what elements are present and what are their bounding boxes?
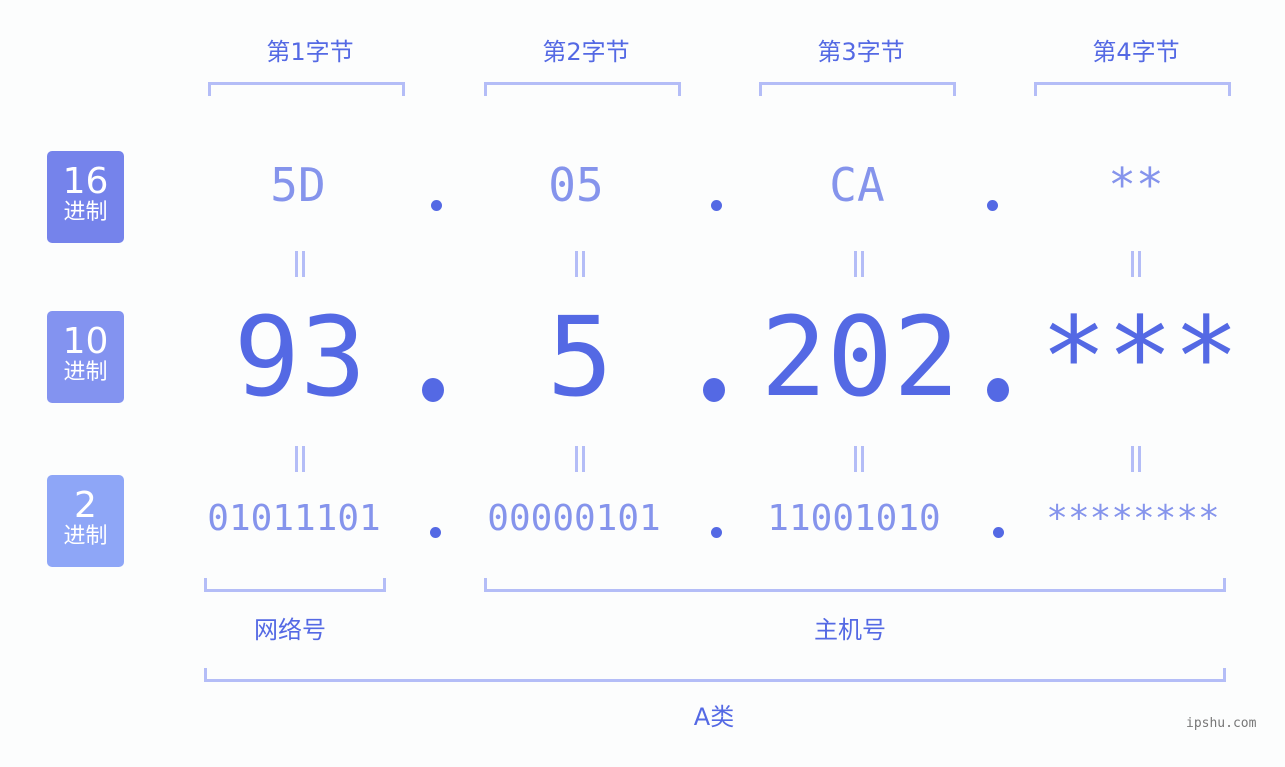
- bin-dot-1: [430, 527, 441, 538]
- byte-label-2: 第2字节: [542, 38, 630, 66]
- hex-dot-3: [987, 200, 998, 211]
- class-bracket: [204, 668, 1226, 682]
- host-bracket: [484, 578, 1226, 592]
- byte-label-3: 第3字节: [817, 38, 905, 66]
- watermark: ipshu.com: [1186, 716, 1257, 731]
- hex-byte-4: **: [1108, 158, 1164, 212]
- bin-byte-2: 00000101: [487, 498, 661, 539]
- byte-label-4: 第4字节: [1092, 38, 1180, 66]
- hex-byte-1: 5D: [270, 158, 326, 212]
- badge-bin-num: 2: [74, 485, 97, 526]
- hex-dot-2: [711, 200, 722, 211]
- class-label: A类: [693, 703, 735, 731]
- byte-bracket-3: [759, 82, 956, 96]
- byte-bracket-2: [484, 82, 681, 96]
- hex-byte-3: CA: [829, 158, 885, 212]
- bin-byte-4: ********: [1046, 498, 1220, 539]
- equals-icon: [290, 442, 310, 480]
- dec-dot-3: [987, 378, 1009, 402]
- byte-label-1: 第1字节: [266, 38, 354, 66]
- dec-byte-3: 202: [760, 293, 960, 421]
- byte-bracket-1: [208, 82, 405, 96]
- dec-byte-4: ***: [1040, 293, 1240, 421]
- dec-byte-2: 5: [546, 293, 614, 421]
- badge-bin-unit: 进制: [63, 524, 108, 549]
- equals-icon: [849, 442, 869, 480]
- badge-dec-unit: 进制: [63, 360, 108, 385]
- equals-icon: [1126, 247, 1146, 285]
- equals-icon: [849, 247, 869, 285]
- dec-dot-2: [703, 378, 725, 402]
- badge-bin: 2 进制: [47, 475, 124, 567]
- hex-dot-1: [431, 200, 442, 211]
- dec-byte-1: 93: [233, 293, 367, 421]
- badge-dec-num: 10: [62, 321, 109, 362]
- network-label: 网络号: [254, 616, 326, 644]
- badge-hex-unit: 进制: [63, 200, 108, 225]
- badge-dec: 10 进制: [47, 311, 124, 403]
- equals-icon: [290, 247, 310, 285]
- dec-dot-1: [422, 378, 444, 402]
- host-label: 主机号: [814, 616, 886, 644]
- network-bracket: [204, 578, 386, 592]
- equals-icon: [1126, 442, 1146, 480]
- bin-dot-3: [993, 527, 1004, 538]
- byte-bracket-4: [1034, 82, 1231, 96]
- hex-byte-2: 05: [548, 158, 604, 212]
- badge-hex-num: 16: [62, 161, 109, 202]
- equals-icon: [570, 442, 590, 480]
- bin-dot-2: [711, 527, 722, 538]
- equals-icon: [570, 247, 590, 285]
- bin-byte-3: 11001010: [767, 498, 941, 539]
- badge-hex: 16 进制: [47, 151, 124, 243]
- bin-byte-1: 01011101: [207, 498, 381, 539]
